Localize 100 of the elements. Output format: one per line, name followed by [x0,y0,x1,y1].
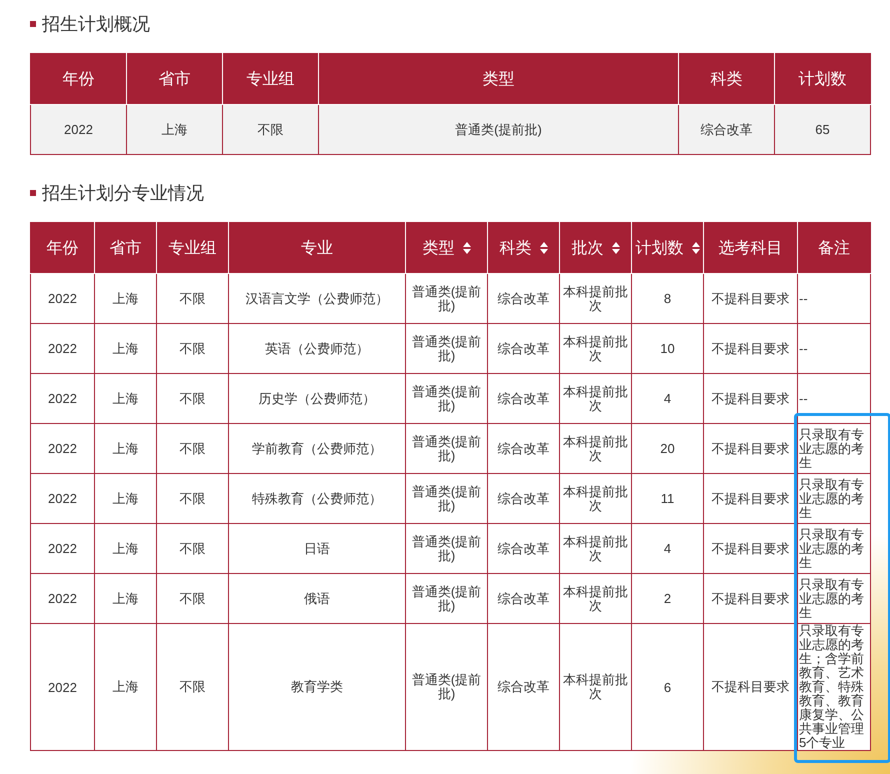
table-cell: 学前教育（公费师范） [228,424,406,474]
table-cell: 普通类(提前批) [318,104,678,154]
table-cell: 不限 [156,274,228,324]
column-header: 选考科目 [704,222,798,274]
table-cell: 不限 [156,424,228,474]
table-cell: -- [798,324,870,374]
table-cell: 综合改革 [488,424,560,474]
section-title: 招生计划分专业情况 [42,182,204,205]
table-cell: 不提科目要求 [704,324,798,374]
table-cell: 历史学（公费师范） [228,374,406,424]
table-cell: 2022 [30,424,94,474]
column-header: 专业组 [156,222,228,274]
table-cell: 2 [632,574,704,624]
table-cell: 不限 [156,324,228,374]
table-cell: -- [798,374,870,424]
section-marker-icon [30,190,36,196]
table-cell: 普通类(提前批) [406,424,488,474]
table-cell: 不提科目要求 [704,374,798,424]
table-cell: 只录取有专业志愿的考生；含学前教育、艺术教育、特殊教育、教育康复学、公共事业管理5个专业 [798,624,870,750]
table-cell: 65 [774,104,870,154]
table-cell: 不限 [222,104,318,154]
table-cell: 2022 [30,324,94,374]
table-cell: 只录取有专业志愿的考生 [798,574,870,624]
table-cell: 上海 [126,104,222,154]
table-cell: 只录取有专业志愿的考生 [798,524,870,574]
table-cell: 教育学类 [228,624,406,750]
table-cell: 不提科目要求 [704,524,798,574]
table-cell: 日语 [228,524,406,574]
table-cell: 只录取有专业志愿的考生 [798,474,870,524]
table-cell: 本科提前批次 [560,324,632,374]
table-cell: 不提科目要求 [704,574,798,624]
column-header: 计划数 [774,54,870,104]
table-cell: 上海 [94,374,156,424]
table-cell: 不提科目要求 [704,274,798,324]
table-cell: -- [798,274,870,324]
table-cell: 2022 [30,624,94,750]
table-cell: 4 [632,374,704,424]
table-cell: 6 [632,624,704,750]
table-cell: 上海 [94,324,156,374]
table-cell: 2022 [30,274,94,324]
table-cell: 20 [632,424,704,474]
column-header: 备注 [798,222,870,274]
column-header: 专业 [228,222,406,274]
table-cell: 上海 [94,274,156,324]
table-cell: 11 [632,474,704,524]
table-cell: 俄语 [228,574,406,624]
table-cell: 综合改革 [488,574,560,624]
table-cell: 普通类(提前批) [406,474,488,524]
table-cell: 不限 [156,474,228,524]
column-header: 专业组 [222,54,318,104]
table-cell: 不提科目要求 [704,624,798,750]
table-cell: 不提科目要求 [704,424,798,474]
table-cell: 普通类(提前批) [406,574,488,624]
table-cell: 综合改革 [488,274,560,324]
table-cell: 上海 [94,474,156,524]
table-cell: 普通类(提前批) [406,624,488,750]
table-cell: 上海 [94,574,156,624]
table-cell: 4 [632,524,704,574]
sortable-column-header[interactable]: 类型 [406,222,488,274]
table-cell: 不限 [156,374,228,424]
table-cell: 综合改革 [678,104,774,154]
sortable-column-header[interactable]: 科类 [488,222,560,274]
table-cell: 只录取有专业志愿的考生 [798,424,870,474]
table-cell: 普通类(提前批) [406,374,488,424]
table-cell: 英语（公费师范） [228,324,406,374]
table-cell: 本科提前批次 [560,524,632,574]
table-cell: 本科提前批次 [560,374,632,424]
table-cell: 综合改革 [488,324,560,374]
column-header: 年份 [30,54,126,104]
table-cell: 上海 [94,624,156,750]
table-cell: 不限 [156,524,228,574]
table-cell: 10 [632,324,704,374]
table-cell: 8 [632,274,704,324]
table-cell: 综合改革 [488,374,560,424]
sortable-column-header[interactable]: 批次 [560,222,632,274]
table-cell: 综合改革 [488,624,560,750]
table-cell: 本科提前批次 [560,574,632,624]
table-cell: 汉语言文学（公费师范） [228,274,406,324]
table-cell: 本科提前批次 [560,624,632,750]
column-header: 省市 [94,222,156,274]
column-header: 年份 [30,222,94,274]
table-cell: 不提科目要求 [704,474,798,524]
table-cell: 不限 [156,574,228,624]
table-cell: 2022 [30,104,126,154]
table-cell: 综合改革 [488,474,560,524]
column-header: 类型 [318,54,678,104]
table-cell: 2022 [30,474,94,524]
table-cell: 普通类(提前批) [406,274,488,324]
column-header: 省市 [126,54,222,104]
table-cell: 上海 [94,424,156,474]
section-title: 招生计划概况 [42,13,150,36]
table-cell: 本科提前批次 [560,474,632,524]
sortable-column-header[interactable]: 计划数 [632,222,704,274]
table-cell: 上海 [94,524,156,574]
table-cell: 综合改革 [488,524,560,574]
table-cell: 本科提前批次 [560,274,632,324]
column-header: 科类 [678,54,774,104]
table-cell: 普通类(提前批) [406,524,488,574]
table-cell: 本科提前批次 [560,424,632,474]
table-cell: 特殊教育（公费师范） [228,474,406,524]
